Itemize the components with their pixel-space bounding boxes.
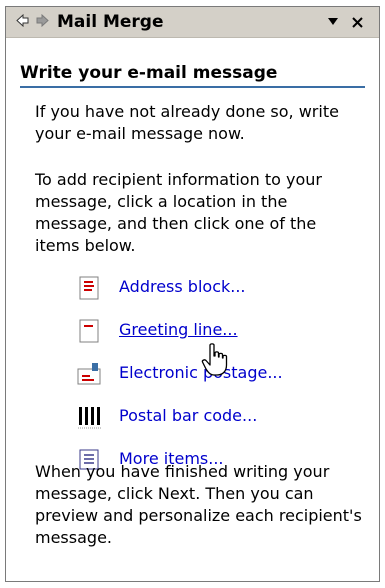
postal-bar-code-label[interactable]: Postal bar code... [119,406,257,425]
back-arrow-icon[interactable] [16,14,29,27]
task-pane-title: Mail Merge [57,12,164,32]
greeting-line-icon [79,319,99,343]
section-divider [20,86,365,88]
footer-instructions: When you have finished writing your mess… [35,462,362,547]
electronic-postage-icon [77,363,101,385]
postal-bar-code-icon [78,407,101,429]
mail-merge-task-pane: Mail Merge Write your e-mail message If … [5,6,380,582]
section-title: Write your e-mail message [20,63,278,83]
intro-text: If you have not already done so, write y… [35,102,339,143]
greeting-line-label[interactable]: Greeting line... [119,320,238,339]
hand-pointer-cursor-icon [201,343,228,376]
address-block-icon [79,276,99,300]
address-block-label[interactable]: Address block... [119,277,246,296]
forward-arrow-icon[interactable] [36,14,49,27]
instruction-text: To add recipient information to your mes… [35,170,322,255]
close-icon[interactable] [351,16,364,29]
dropdown-triangle-icon[interactable] [328,18,338,26]
task-pane-titlebar: Mail Merge [6,7,379,38]
